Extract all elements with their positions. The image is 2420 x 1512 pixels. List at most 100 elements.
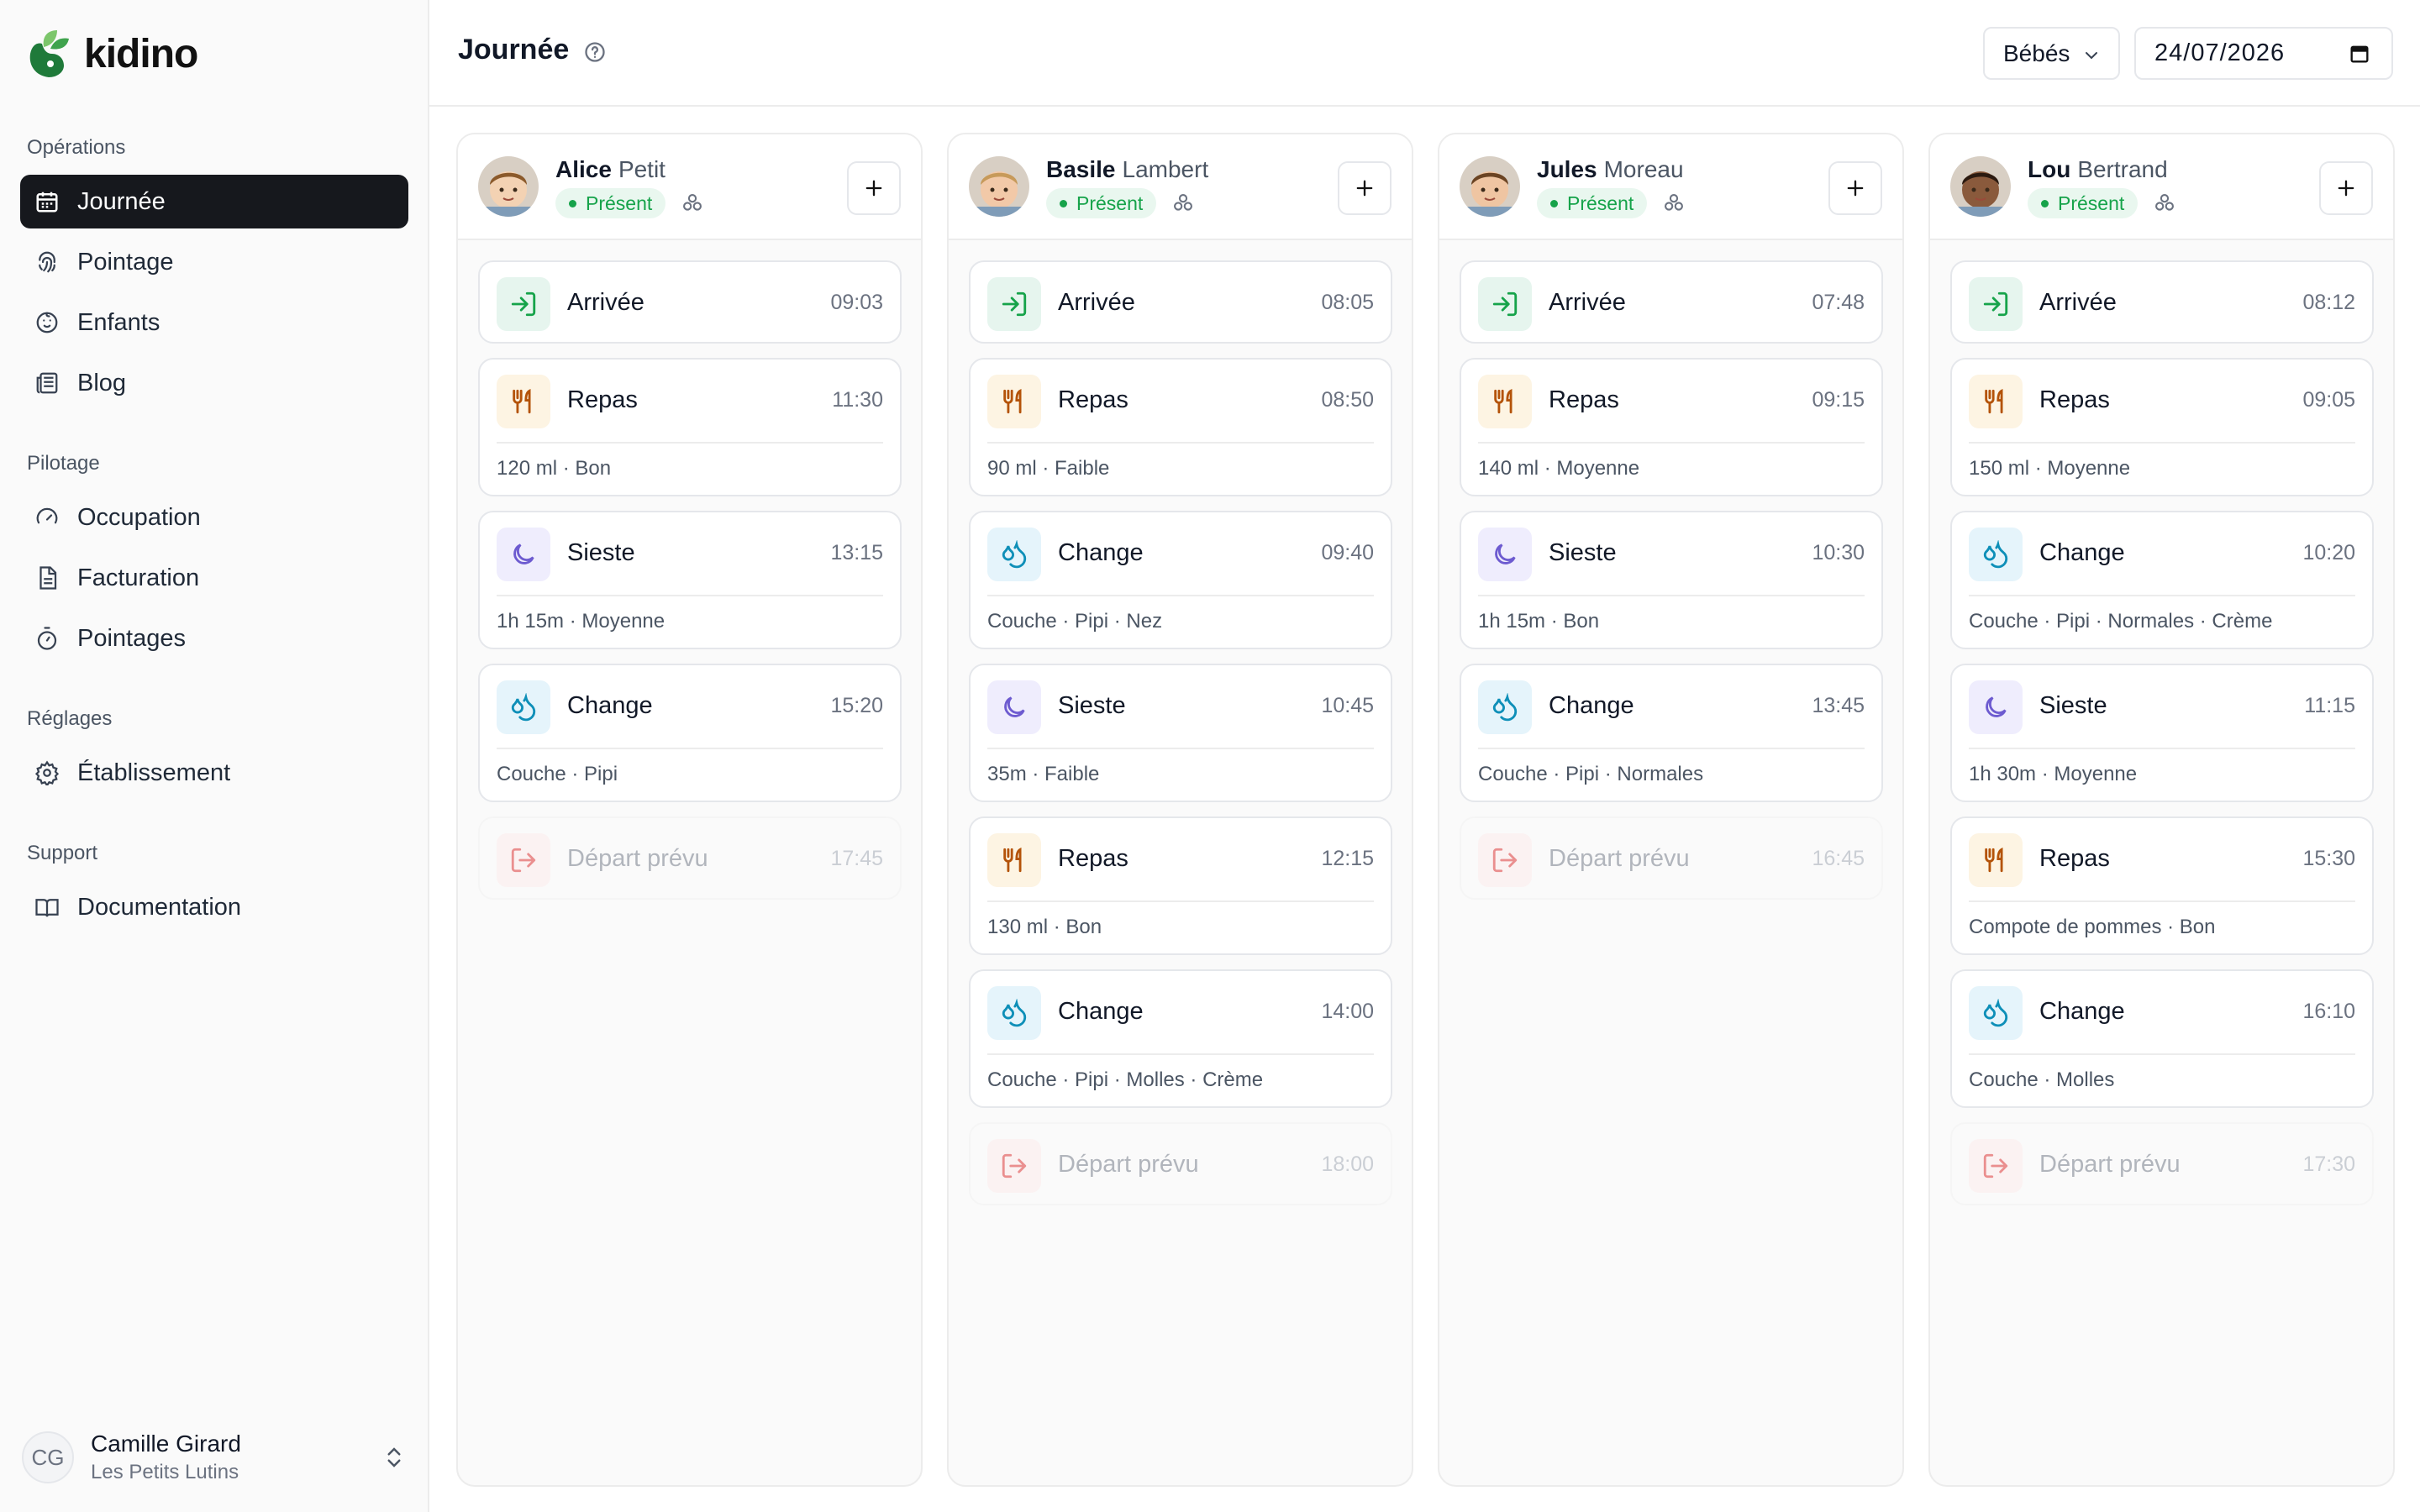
divider xyxy=(987,595,1374,596)
event-card-arrivee[interactable]: Arrivée 08:12 xyxy=(1950,260,2374,344)
event-card-depart-prevu[interactable]: Départ prévu 17:45 xyxy=(478,816,902,900)
child-photo[interactable] xyxy=(478,156,539,217)
child-photo[interactable] xyxy=(1950,156,2011,217)
nav-section-support: Support xyxy=(27,842,98,864)
child-photo[interactable] xyxy=(969,156,1029,217)
event-time: 10:20 xyxy=(2302,541,2355,564)
add-event-button[interactable] xyxy=(847,161,901,215)
calendar-picker-icon[interactable] xyxy=(2348,42,2371,66)
nav-item-label: Pointage xyxy=(77,248,174,276)
child-name[interactable]: Basile Lambert xyxy=(1046,156,1208,183)
nav-item-label: Facturation xyxy=(77,564,200,591)
nav-item-occupation[interactable]: Occupation xyxy=(20,491,408,544)
child-header: Jules Moreau Présent xyxy=(1439,134,1902,240)
nav-item-pointage[interactable]: Pointage xyxy=(20,235,408,289)
event-card-change[interactable]: Change 13:45 Couche · Pipi · Normales xyxy=(1460,664,1883,802)
add-event-button[interactable] xyxy=(2319,161,2373,215)
plus-icon xyxy=(865,180,882,197)
log-out-icon xyxy=(497,833,550,887)
nav-item-label: Blog xyxy=(77,369,127,396)
group-icon xyxy=(2155,194,2174,211)
help-circle-icon[interactable] xyxy=(583,40,607,64)
event-time: 17:30 xyxy=(2302,1152,2355,1176)
date-input[interactable]: 24/07/2026 xyxy=(2134,27,2393,80)
event-card-arrivee[interactable]: Arrivée 07:48 xyxy=(1460,260,1883,344)
nav-item-facturation[interactable]: Facturation xyxy=(20,551,408,605)
event-card-repas[interactable]: Repas 12:15 130 ml · Bon xyxy=(969,816,1392,955)
event-card-sieste[interactable]: Sieste 10:30 1h 15m · Bon xyxy=(1460,511,1883,649)
nav-item-blog[interactable]: Blog xyxy=(20,356,408,410)
timer-icon xyxy=(34,625,60,652)
nav-item-documentation[interactable]: Documentation xyxy=(20,880,408,934)
event-title: Sieste xyxy=(1058,692,1126,719)
event-title: Change xyxy=(1549,692,1634,719)
chevrons-up-down-icon xyxy=(387,1447,401,1467)
add-event-button[interactable] xyxy=(1828,161,1882,215)
add-event-button[interactable] xyxy=(1338,161,1392,215)
event-title: Arrivée xyxy=(567,289,644,316)
child-name[interactable]: Lou Bertrand xyxy=(2028,156,2168,183)
divider xyxy=(497,442,883,444)
event-card-repas[interactable]: Repas 09:05 150 ml · Moyenne xyxy=(1950,358,2374,496)
nav-item-label: Journée xyxy=(77,187,166,215)
child-last-name: Petit xyxy=(618,156,666,182)
child-column: Lou Bertrand Présent Arrivée 08:12 Repas … xyxy=(1928,133,2395,1487)
divider xyxy=(1969,442,2355,444)
event-detail: 1h 30m · Moyenne xyxy=(1969,763,2138,785)
book-icon xyxy=(34,894,60,921)
event-card-repas[interactable]: Repas 09:15 140 ml · Moyenne xyxy=(1460,358,1883,496)
app-root: kidino Opérations Journée Pointage Enfan… xyxy=(0,0,2420,1512)
droplets-icon xyxy=(497,680,550,734)
nav-item-journee[interactable]: Journée xyxy=(20,175,408,228)
user-menu[interactable]: CG Camille Girard Les Petits Lutins xyxy=(22,1428,410,1487)
event-card-sieste[interactable]: Sieste 10:45 35m · Faible xyxy=(969,664,1392,802)
event-detail: 1h 15m · Moyenne xyxy=(497,610,666,633)
child-column: Alice Petit Présent Arrivée 09:03 Repas 1… xyxy=(456,133,923,1487)
child-first-name: Alice xyxy=(555,156,612,182)
page-header: Journée Bébés 24/07/2026 xyxy=(429,0,2420,107)
child-name[interactable]: Alice Petit xyxy=(555,156,666,183)
divider xyxy=(987,442,1374,444)
event-detail: Couche · Pipi · Normales · Crème xyxy=(1969,610,2273,633)
event-card-depart-prevu[interactable]: Départ prévu 17:30 xyxy=(1950,1122,2374,1205)
child-column: Jules Moreau Présent Arrivée 07:48 Repas … xyxy=(1438,133,1904,1487)
nav-item-etablissement[interactable]: Établissement xyxy=(20,746,408,800)
event-card-depart-prevu[interactable]: Départ prévu 16:45 xyxy=(1460,816,1883,900)
event-time: 17:45 xyxy=(830,847,883,870)
child-photo[interactable] xyxy=(1460,156,1520,217)
event-card-depart-prevu[interactable]: Départ prévu 18:00 xyxy=(969,1122,1392,1205)
event-title: Change xyxy=(2039,998,2125,1025)
divider xyxy=(987,900,1374,902)
event-card-arrivee[interactable]: Arrivée 09:03 xyxy=(478,260,902,344)
moon-icon xyxy=(987,680,1041,734)
event-card-repas[interactable]: Repas 08:50 90 ml · Faible xyxy=(969,358,1392,496)
event-detail: 150 ml · Moyenne xyxy=(1969,457,2131,480)
event-card-repas[interactable]: Repas 15:30 Compote de pommes · Bon xyxy=(1950,816,2374,955)
divider xyxy=(1969,595,2355,596)
group-select[interactable]: Bébés xyxy=(1983,27,2120,80)
event-card-sieste[interactable]: Sieste 11:15 1h 30m · Moyenne xyxy=(1950,664,2374,802)
event-card-sieste[interactable]: Sieste 13:15 1h 15m · Moyenne xyxy=(478,511,902,649)
event-card-arrivee[interactable]: Arrivée 08:05 xyxy=(969,260,1392,344)
status-badge: Présent xyxy=(1046,188,1157,218)
event-time: 08:50 xyxy=(1321,388,1374,412)
event-card-repas[interactable]: Repas 11:30 120 ml · Bon xyxy=(478,358,902,496)
event-time: 11:15 xyxy=(2304,694,2355,717)
nav-item-enfants[interactable]: Enfants xyxy=(20,296,408,349)
nav-item-pointages[interactable]: Pointages xyxy=(20,612,408,665)
droplets-icon xyxy=(987,986,1041,1040)
nav-item-label: Établissement xyxy=(77,759,231,786)
event-card-change[interactable]: Change 09:40 Couche · Pipi · Nez xyxy=(969,511,1392,649)
child-first-name: Lou xyxy=(2028,156,2071,182)
event-card-change[interactable]: Change 15:20 Couche · Pipi xyxy=(478,664,902,802)
log-out-icon xyxy=(1478,833,1532,887)
event-time: 10:45 xyxy=(1321,694,1374,717)
event-title: Change xyxy=(1058,998,1144,1025)
event-card-change[interactable]: Change 14:00 Couche · Pipi · Molles · Cr… xyxy=(969,969,1392,1108)
logo[interactable]: kidino xyxy=(25,27,198,81)
child-name[interactable]: Jules Moreau xyxy=(1537,156,1684,183)
event-card-change[interactable]: Change 16:10 Couche · Molles xyxy=(1950,969,2374,1108)
event-detail: 1h 15m · Bon xyxy=(1478,610,1600,633)
event-card-change[interactable]: Change 10:20 Couche · Pipi · Normales · … xyxy=(1950,511,2374,649)
droplets-icon xyxy=(987,528,1041,581)
